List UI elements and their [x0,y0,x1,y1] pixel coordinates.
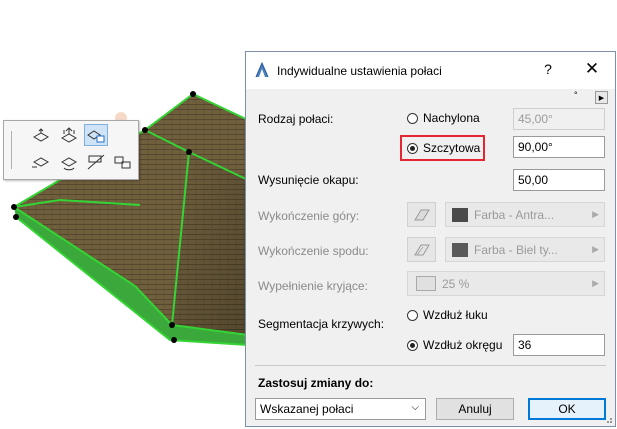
roof-type-label: Rodzaj połaci: [258,112,334,126]
help-button[interactable]: ? [538,61,558,77]
split-roof-icon[interactable] [84,151,108,173]
dialog-title: Indywidualne ustawienia połaci [277,64,442,78]
bottom-finish-material: Farba - Biel ty... [474,242,558,257]
radio-sloped-dot[interactable] [407,112,418,124]
radio-sloped[interactable]: Nachylona [407,111,480,125]
top-finish-label: Wykończenie góry: [258,209,360,223]
radio-along-arc[interactable]: Wzdłuż łuku [407,308,488,322]
radio-along-circle-dot[interactable] [407,339,418,351]
pet-palette[interactable] [3,120,139,180]
cover-fill-dropdown: 25 % ▶ [407,271,605,296]
bottom-finish-dropdown: Farba - Biel ty... ▶ [445,237,605,262]
cancel-button[interactable]: Anuluj [436,398,514,420]
radio-gable-label: Szczytowa [423,141,481,155]
custom-roof-settings-dialog[interactable]: Indywidualne ustawienia połaci ? ✕ ° ▶ R… [245,51,616,427]
cover-fill-value: 25 % [442,276,470,291]
cover-fill-label: Wypełnienie kryjące: [258,279,368,293]
top-finish-dropdown: Farba - Antra... ▶ [445,202,605,227]
apply-to-label: Zastosuj zmiany do: [258,376,374,390]
divider [255,365,606,366]
top-finish-arrow-icon: ▶ [592,209,599,219]
gable-angle-field[interactable]: 90,00° [513,136,605,158]
apply-to-selected: Wskazanej połaci [260,402,354,416]
bottom-finish-surface-icon [407,237,436,262]
radio-gable[interactable]: Szczytowa [407,141,480,155]
eaves-overhang-field[interactable]: 50,00 [513,169,605,191]
archicad-logo-icon [255,61,269,81]
top-finish-surface-icon [407,202,436,227]
resize-grip-icon[interactable] [603,414,613,424]
ok-button[interactable]: OK [528,398,606,420]
top-finish-swatch [452,207,468,222]
apply-to-select[interactable]: Wskazanej połaci ⌵ [255,398,426,420]
slope-angle-field: 45,00° [513,108,605,130]
dialog-titlebar[interactable]: Indywidualne ustawienia połaci ? ✕ [246,52,615,89]
move-roof-icon[interactable] [29,125,53,147]
radio-along-circle[interactable]: Wzdłuż okręgu [407,338,502,352]
arrow-marker: ° [574,90,578,100]
eaves-overhang-label: Wysunięcie okapu: [258,173,359,187]
chevron-down-icon: ⌵ [411,402,419,413]
custom-settings-icon[interactable] [84,124,108,146]
bottom-finish-label: Wykończenie spodu: [258,244,369,258]
offset-roof-icon[interactable] [29,151,53,173]
radio-sloped-label: Nachylona [423,111,480,125]
radio-along-arc-dot[interactable] [407,309,418,321]
palette-grip[interactable] [11,131,16,169]
segments-field[interactable]: 36 [513,334,605,356]
cover-fill-arrow-icon: ▶ [592,278,599,288]
top-finish-material: Farba - Antra... [474,207,555,222]
close-button[interactable]: ✕ [581,59,603,79]
curve-roof-icon[interactable] [111,151,135,173]
elevate-roof-icon[interactable] [57,125,81,147]
radio-along-circle-label: Wzdłuż okręgu [423,338,503,352]
radio-along-arc-label: Wzdłuż łuku [423,308,488,322]
cover-fill-swatch [416,276,436,291]
rotate-roof-icon[interactable] [57,151,81,173]
curve-segmentation-label: Segmentacja krzywych: [258,317,385,331]
bottom-finish-arrow-icon: ▶ [592,244,599,254]
bottom-finish-swatch [452,242,468,257]
radio-gable-dot[interactable] [407,142,418,154]
expand-arrow-icon[interactable]: ▶ [595,91,608,104]
